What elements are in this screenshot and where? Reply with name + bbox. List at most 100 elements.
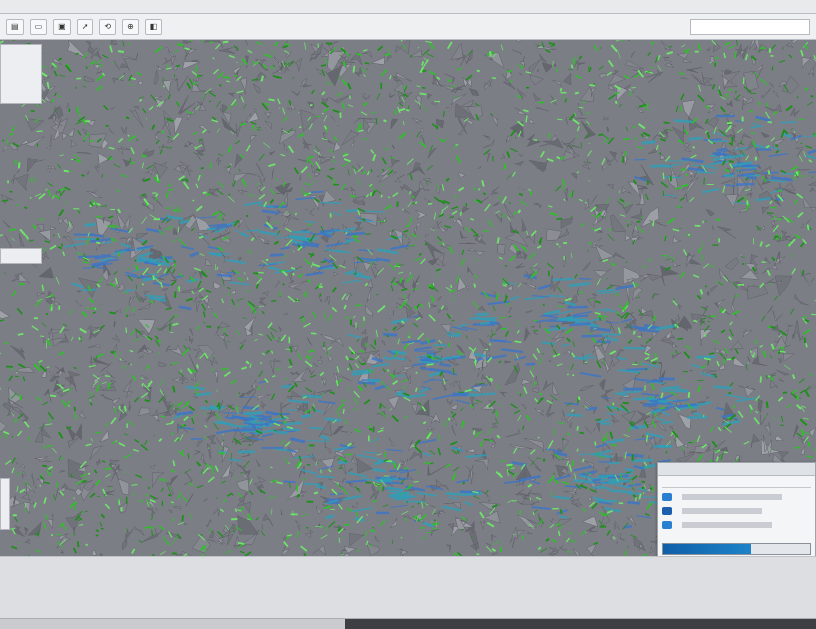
mesh-green-stroke [105,376,111,377]
taskbar [0,618,816,629]
mesh-blue-stroke [304,484,321,485]
mesh-green-stroke [105,468,111,469]
mesh-green-stroke [125,406,126,411]
mesh-green-stroke [238,543,244,544]
mesh-green-stroke [96,239,99,240]
toolbar-button-rotate[interactable]: ⟲ [99,19,116,35]
main-toolbar: ▤ ▭ ▣ ➚ ⟲ ⊕ ◧ [0,14,816,40]
mesh-green-stroke [729,161,734,162]
mesh-green-stroke [303,318,304,322]
mesh-blue-stroke [592,487,602,488]
mesh-green-stroke [168,207,170,209]
mesh-green-stroke [40,336,44,337]
panel-row-label [682,508,762,514]
mesh-green-stroke [549,134,550,138]
mesh-green-stroke [319,287,323,288]
mesh-green-stroke [79,337,80,340]
toolbar-button-open[interactable]: ▭ [30,19,48,35]
mesh-green-stroke [367,515,368,516]
mesh-green-stroke [17,204,18,206]
mesh-green-stroke [449,343,450,347]
mesh-green-stroke [721,308,722,312]
mesh-green-stroke [199,140,202,141]
mesh-green-stroke [724,452,728,453]
mesh-green-stroke [307,527,308,529]
mesh-green-stroke [735,51,736,58]
mesh-green-stroke [288,367,292,368]
mesh-green-stroke [723,360,724,364]
mesh-green-stroke [576,135,577,137]
mesh-blue-stroke [711,141,728,142]
mesh-green-stroke [75,407,76,411]
mesh-green-stroke [767,402,768,408]
mesh-green-stroke [384,452,385,458]
mesh-green-stroke [588,112,589,114]
mesh-green-stroke [303,187,304,194]
mesh-blue-stroke [614,440,624,441]
mesh-green-stroke [537,46,539,47]
panel-tabs[interactable] [662,477,811,488]
mesh-green-stroke [811,96,814,97]
toolbar-button-select[interactable]: ➚ [77,19,94,35]
mesh-green-stroke [321,65,326,66]
mesh-green-stroke [515,137,516,138]
mesh-green-stroke [206,465,209,466]
mesh-green-stroke [86,544,88,545]
mesh-blue-stroke [85,224,96,225]
mesh-green-stroke [427,356,431,357]
mesh-green-stroke [173,210,179,211]
mesh-green-stroke [772,67,773,71]
status-bar [0,556,816,619]
mesh-green-stroke [567,552,572,553]
panel-progress-slider[interactable] [662,543,811,555]
mesh-green-stroke [572,375,574,376]
left-tool-slider[interactable] [0,248,42,264]
mesh-green-stroke [538,437,539,438]
mesh-green-stroke [283,284,285,285]
mesh-green-stroke [378,221,384,222]
mesh-green-stroke [276,77,282,78]
mesh-blue-stroke [408,341,420,342]
mesh-green-stroke [474,284,475,288]
toolbar-button-file[interactable]: ▤ [6,19,24,35]
mesh-green-stroke [506,465,512,466]
mesh-green-stroke [2,200,8,201]
toolbar-button-view[interactable]: ◧ [145,19,163,35]
mesh-green-stroke [201,168,204,169]
mesh-green-stroke [474,430,475,434]
mesh-green-stroke [344,524,350,525]
mesh-green-stroke [68,405,70,406]
mesh-blue-stroke [476,314,489,315]
mesh-blue-stroke [325,419,341,421]
mesh-blue-stroke [383,334,397,335]
mesh-blue-stroke [548,320,557,321]
mesh-green-stroke [743,263,744,264]
mesh-green-stroke [520,510,521,515]
mesh-green-stroke [78,541,79,547]
left-edge-handle[interactable] [0,478,10,530]
mesh-green-stroke [728,393,731,394]
mesh-green-stroke [277,179,278,180]
mesh-green-stroke [589,85,595,86]
mesh-blue-stroke [311,192,324,193]
mesh-green-stroke [663,173,664,180]
mesh-green-stroke [616,101,617,104]
folder-icon: ▭ [35,22,43,31]
mesh-green-stroke [343,537,344,538]
mesh-green-stroke [703,221,704,224]
mesh-green-stroke [483,231,490,232]
panel-header[interactable] [658,463,815,476]
mesh-green-stroke [418,503,419,504]
toolbar-button-zoom[interactable]: ⊕ [122,19,139,35]
left-tool-panel[interactable] [0,44,42,104]
mesh-green-stroke [10,529,15,530]
mesh-blue-stroke [270,255,284,256]
toolbar-button-save[interactable]: ▣ [53,19,71,35]
mesh-green-stroke [88,307,89,310]
search-input[interactable] [690,19,810,35]
mesh-green-stroke [46,314,48,315]
mesh-green-stroke [182,515,183,521]
mesh-green-stroke [177,44,183,45]
mesh-green-stroke [654,316,655,322]
mesh-green-stroke [234,104,236,105]
